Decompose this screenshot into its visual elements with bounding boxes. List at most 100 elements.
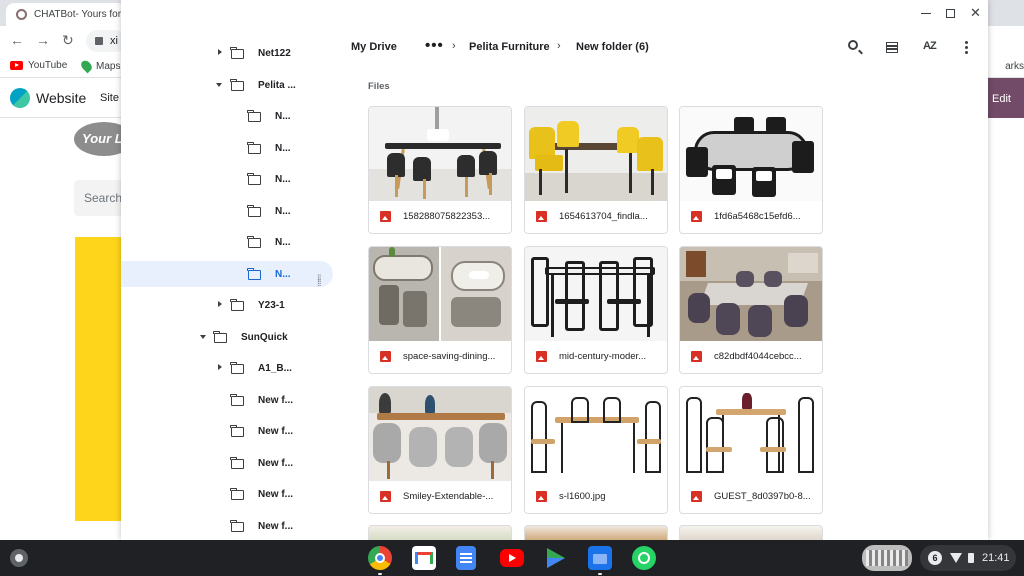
maps-icon bbox=[79, 58, 94, 74]
file-tile[interactable] bbox=[524, 525, 668, 540]
clock: 21:41 bbox=[982, 552, 1010, 564]
close-button[interactable]: ✕ bbox=[963, 0, 988, 26]
tree-item-label: A1_B... bbox=[258, 363, 292, 374]
file-thumbnail bbox=[525, 247, 667, 341]
tree-item-a1-b[interactable]: A1_B... bbox=[121, 355, 333, 381]
maximize-button[interactable] bbox=[938, 0, 963, 26]
file-thumbnail bbox=[525, 107, 667, 201]
file-tile[interactable]: Smiley-Extendable-... bbox=[368, 386, 512, 514]
tree-item-label: SunQuick bbox=[241, 332, 288, 343]
bookmark-maps[interactable]: Maps bbox=[79, 58, 120, 74]
tote-thumbnail[interactable] bbox=[862, 545, 912, 571]
lock-icon bbox=[95, 37, 103, 45]
tree-item-new-folder[interactable]: New f... bbox=[121, 481, 333, 507]
file-tile[interactable] bbox=[679, 525, 823, 540]
image-file-icon bbox=[380, 491, 391, 502]
running-indicator bbox=[378, 573, 382, 575]
tree-item-subfolder[interactable]: N... bbox=[121, 166, 333, 192]
omnibox[interactable]: xi bbox=[86, 30, 126, 52]
file-tile[interactable]: s-l1600.jpg bbox=[524, 386, 668, 514]
chrome-icon[interactable] bbox=[368, 546, 392, 570]
file-thumbnail bbox=[369, 107, 511, 201]
file-tile[interactable]: c82dbdf4044cebcc... bbox=[679, 246, 823, 374]
back-arrow-icon[interactable]: ← bbox=[10, 32, 24, 48]
bookmark-youtube[interactable]: YouTube bbox=[10, 60, 67, 71]
site-nav-item[interactable]: Site bbox=[100, 92, 119, 104]
gmail-icon[interactable] bbox=[412, 546, 436, 570]
tree-item-label: New f... bbox=[258, 458, 294, 469]
tree-item-label: N... bbox=[275, 111, 291, 122]
browser-tab[interactable]: CHATBot- Yours for t bbox=[6, 3, 126, 26]
tree-item-y23-1[interactable]: Y23-1 bbox=[121, 292, 333, 318]
tree-item-label: N... bbox=[275, 206, 291, 217]
file-thumbnail bbox=[369, 387, 511, 481]
tree-item-pelita[interactable]: Pelita ... bbox=[121, 72, 333, 98]
file-name: 1654613704_findla... bbox=[559, 211, 648, 222]
reload-icon[interactable]: ↻ bbox=[62, 32, 74, 49]
breadcrumb-my-drive[interactable]: My Drive bbox=[351, 41, 397, 53]
file-name: 158288075822353... bbox=[403, 211, 491, 222]
whatsapp-icon[interactable] bbox=[632, 546, 656, 570]
tree-item-label: Y23-1 bbox=[258, 300, 285, 311]
minimize-icon bbox=[920, 12, 931, 15]
collapse-arrow-icon[interactable] bbox=[216, 83, 222, 87]
view-toggle-button[interactable] bbox=[883, 38, 903, 58]
folder-icon bbox=[247, 267, 261, 280]
tree-item-subfolder[interactable]: N... bbox=[121, 198, 333, 224]
tab-favicon-icon bbox=[16, 9, 27, 20]
image-file-icon bbox=[380, 351, 391, 362]
tree-item-new-folder[interactable]: New f... bbox=[121, 513, 333, 539]
collapse-arrow-icon[interactable] bbox=[200, 335, 206, 339]
expand-arrow-icon[interactable] bbox=[218, 301, 222, 307]
tree-item-selected-folder[interactable]: N... bbox=[121, 261, 333, 287]
bookmarks-overflow[interactable]: arks bbox=[1005, 61, 1024, 72]
tree-item-net122[interactable]: Net122 bbox=[121, 40, 333, 66]
status-tray[interactable]: 6 21:41 bbox=[920, 545, 1016, 571]
breadcrumb-ellipsis[interactable]: ••• bbox=[425, 37, 444, 54]
sort-button[interactable]: AZ bbox=[921, 38, 941, 58]
folder-icon bbox=[230, 393, 244, 406]
docs-icon[interactable] bbox=[456, 546, 476, 570]
tree-item-sunquick[interactable]: SunQuick bbox=[121, 324, 333, 350]
file-tile[interactable] bbox=[368, 525, 512, 540]
play-store-icon[interactable] bbox=[544, 546, 568, 570]
expand-arrow-icon[interactable] bbox=[218, 364, 222, 370]
tree-item-new-folder[interactable]: New f... bbox=[121, 418, 333, 444]
tree-item-new-folder[interactable]: New f... bbox=[121, 450, 333, 476]
youtube-icon[interactable] bbox=[500, 549, 524, 567]
forward-arrow-icon[interactable]: → bbox=[36, 32, 50, 48]
file-tile[interactable]: GUEST_8d0397b0-8... bbox=[679, 386, 823, 514]
site-name[interactable]: Website bbox=[36, 90, 86, 106]
tree-item-new-folder[interactable]: New f... bbox=[121, 387, 333, 413]
file-name: GUEST_8d0397b0-8... bbox=[714, 491, 811, 502]
launcher-icon[interactable] bbox=[10, 549, 28, 567]
breadcrumb-separator-icon: › bbox=[557, 40, 561, 52]
notification-count-badge[interactable]: 6 bbox=[928, 551, 942, 565]
file-tile[interactable]: mid-century-moder... bbox=[524, 246, 668, 374]
folder-icon bbox=[230, 456, 244, 469]
search-button[interactable] bbox=[846, 38, 866, 58]
expand-arrow-icon[interactable] bbox=[218, 49, 222, 55]
file-tile[interactable]: 1fd6a5468c15efd6... bbox=[679, 106, 823, 234]
maximize-icon bbox=[946, 9, 955, 19]
minimize-button[interactable] bbox=[913, 0, 938, 26]
folder-icon bbox=[247, 172, 261, 185]
folder-icon bbox=[247, 141, 261, 154]
file-tile[interactable]: 1654613704_findla... bbox=[524, 106, 668, 234]
sidebar-resize-handle-icon[interactable]: ⁞⁞ ⁞⁞ bbox=[317, 275, 321, 289]
edit-button[interactable]: Edit bbox=[986, 78, 1024, 118]
tree-item-subfolder[interactable]: N... bbox=[121, 135, 333, 161]
breadcrumb-current-folder[interactable]: New folder (6) bbox=[576, 41, 649, 53]
section-label-files: Files bbox=[368, 81, 390, 92]
folder-icon bbox=[247, 204, 261, 217]
folder-icon bbox=[230, 78, 244, 91]
tree-item-subfolder[interactable]: N... bbox=[121, 103, 333, 129]
tree-item-label: N... bbox=[275, 174, 291, 185]
tree-item-subfolder[interactable]: N... bbox=[121, 229, 333, 255]
file-tile[interactable]: space-saving-dining... bbox=[368, 246, 512, 374]
file-tile[interactable]: 158288075822353... bbox=[368, 106, 512, 234]
more-menu-button[interactable] bbox=[957, 38, 977, 58]
breadcrumb-pelita-furniture[interactable]: Pelita Furniture bbox=[469, 41, 550, 53]
omnibox-text: xi bbox=[110, 35, 118, 47]
files-icon[interactable] bbox=[588, 546, 612, 570]
